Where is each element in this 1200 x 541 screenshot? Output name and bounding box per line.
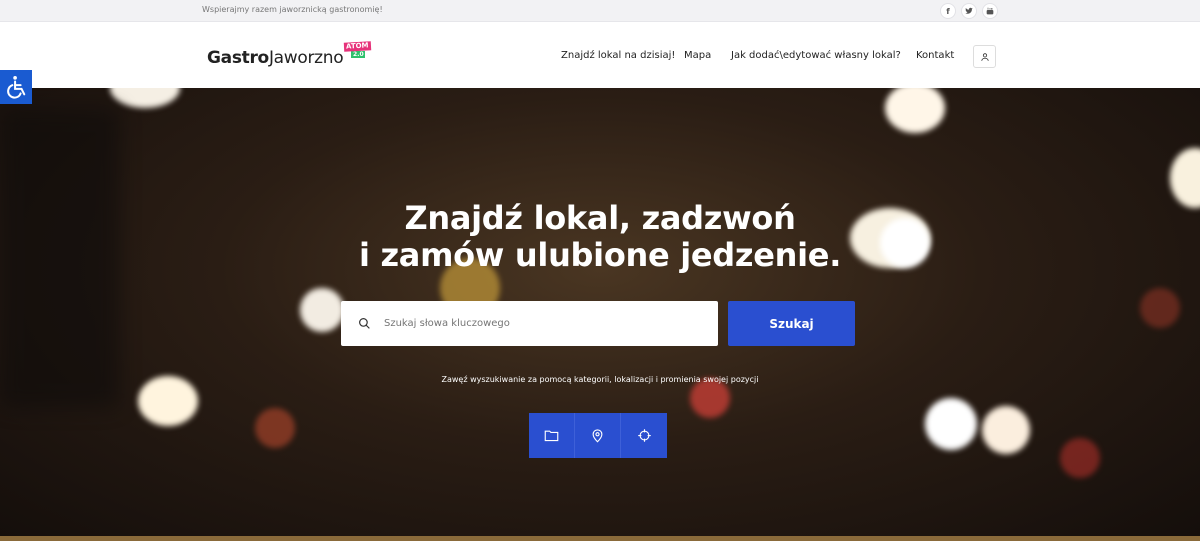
- hero-section: Znajdź lokal, zadzwoń i zamów ulubione j…: [0, 88, 1200, 541]
- bokeh-light: [1060, 438, 1100, 478]
- bokeh-light: [300, 288, 344, 332]
- user-account-button[interactable]: [973, 45, 996, 68]
- search-box[interactable]: [341, 301, 718, 346]
- map-pin-icon: [592, 429, 603, 443]
- search-button[interactable]: Szukaj: [728, 301, 855, 346]
- tagline: Wspierajmy razem jaworznicką gastronomię…: [202, 5, 383, 14]
- logo-badge-bottom: 2.0: [351, 51, 365, 58]
- site-logo[interactable]: GastroJaworzno: [207, 48, 344, 68]
- search-input[interactable]: [384, 318, 684, 329]
- user-icon: [980, 52, 989, 61]
- bokeh-light: [1140, 288, 1180, 328]
- facebook-icon[interactable]: f: [940, 3, 956, 19]
- bokeh-light: [110, 88, 180, 108]
- twitter-icon[interactable]: [961, 3, 977, 19]
- wheelchair-icon: [7, 76, 26, 99]
- youtube-icon[interactable]: [982, 3, 998, 19]
- logo-badge-top: ATOM: [343, 41, 371, 52]
- bokeh-light: [925, 398, 977, 450]
- crosshair-icon: [637, 429, 651, 442]
- search-icon: [359, 318, 370, 329]
- hero-bottom-strip: [0, 536, 1200, 541]
- logo-bold-text: Gastro: [207, 48, 269, 68]
- filter-buttons: [529, 413, 667, 458]
- nav-item-map[interactable]: Mapa: [684, 50, 711, 61]
- radius-filter-button[interactable]: [621, 413, 667, 458]
- logo-badge: ATOM 2.0: [343, 41, 371, 58]
- bokeh-light: [690, 378, 730, 418]
- logo-light-text: Jaworzno: [268, 48, 344, 68]
- hero-title-line2: i zamów ulubione jedzenie.: [358, 236, 842, 274]
- bokeh-light: [982, 406, 1030, 454]
- bokeh-light: [255, 408, 295, 448]
- nav-item-find-venue[interactable]: Znajdź lokal na dzisiaj!: [561, 50, 675, 61]
- search-hint: Zawęź wyszukiwanie za pomocą kategorii, …: [441, 375, 759, 384]
- folder-icon: [544, 430, 559, 442]
- hero-title-line1: Znajdź lokal, zadzwoń: [404, 199, 796, 237]
- social-links: f: [940, 3, 998, 19]
- top-bar: Wspierajmy razem jaworznicką gastronomię…: [0, 0, 1200, 22]
- location-filter-button[interactable]: [575, 413, 621, 458]
- site-header: GastroJaworzno ATOM 2.0 Znajdź lokal na …: [0, 22, 1200, 88]
- nav-item-add-venue[interactable]: Jak dodać\edytować własny lokal?: [731, 50, 901, 61]
- category-filter-button[interactable]: [529, 413, 575, 458]
- bokeh-light: [885, 88, 945, 133]
- nav-item-contact[interactable]: Kontakt: [916, 50, 954, 61]
- accessibility-button[interactable]: [0, 70, 32, 104]
